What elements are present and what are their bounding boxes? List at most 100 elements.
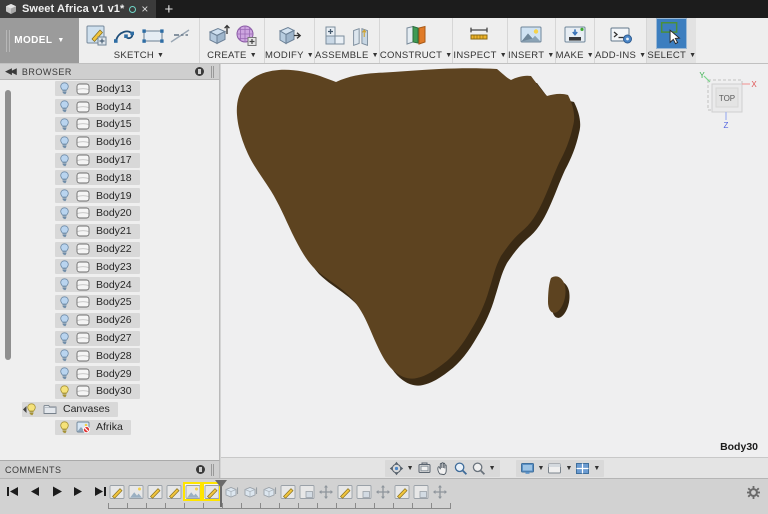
visibility-bulb-icon[interactable]	[59, 331, 70, 345]
panel-resize-grip[interactable]	[211, 65, 214, 78]
visibility-bulb-icon[interactable]	[59, 349, 70, 362]
timeline-feature[interactable]	[317, 483, 334, 500]
display-settings-icon[interactable]	[520, 461, 535, 476]
visibility-bulb-icon[interactable]	[59, 242, 70, 256]
browser-tree-row[interactable]: Body24	[0, 276, 219, 294]
zoom-icon[interactable]	[453, 461, 468, 476]
timeline-feature[interactable]	[336, 483, 353, 500]
ribbon-group-label-create[interactable]: CREATE ▼	[207, 50, 257, 61]
browser-tree-row[interactable]: Body29	[0, 365, 219, 383]
browser-tree-row[interactable]: Body28	[0, 347, 219, 365]
zoom-window-icon[interactable]	[471, 461, 486, 476]
browser-tree-row[interactable]: Body21	[0, 222, 219, 240]
play-icon[interactable]	[50, 485, 63, 498]
chevron-down-icon[interactable]: ▼	[565, 465, 572, 472]
visibility-bulb-icon[interactable]	[59, 278, 70, 291]
step-forward-icon[interactable]	[72, 485, 85, 498]
visibility-bulb-icon[interactable]	[59, 118, 70, 131]
ribbon-group-label-addins[interactable]: ADD-INS ▼	[595, 50, 646, 61]
press-pull-icon[interactable]	[276, 23, 302, 49]
insert-canvas-icon[interactable]	[518, 23, 544, 49]
scripts-addins-icon[interactable]	[608, 23, 634, 49]
ribbon-group-label-assemble[interactable]: ASSEMBLE ▼	[315, 50, 379, 61]
panel-resize-grip[interactable]	[211, 463, 214, 476]
skip-start-icon[interactable]	[6, 485, 19, 498]
ribbon-group-label-inspect[interactable]: INSPECT ▼	[453, 50, 507, 61]
orbit-icon[interactable]	[389, 461, 404, 476]
chevron-down-icon[interactable]: ▼	[407, 465, 414, 472]
view-cube[interactable]: TOP Y X Z	[694, 70, 760, 132]
ribbon-group-label-make[interactable]: MAKE ▼	[556, 50, 594, 61]
spline-icon[interactable]	[112, 23, 138, 49]
select-tool-icon[interactable]	[656, 18, 688, 49]
visibility-bulb-icon[interactable]	[59, 171, 70, 184]
visibility-bulb-icon[interactable]	[59, 420, 70, 434]
browser-tree-row[interactable]: Body23	[0, 258, 219, 276]
gear-icon[interactable]	[747, 486, 760, 499]
browser-tree-row[interactable]: Body18	[0, 169, 219, 187]
visibility-bulb-icon[interactable]	[59, 367, 70, 380]
pan-icon[interactable]	[435, 461, 450, 476]
visibility-bulb-icon[interactable]	[59, 136, 70, 149]
timeline-feature[interactable]	[355, 483, 372, 500]
ribbon-group-label-sketch[interactable]: SKETCH ▼	[114, 50, 165, 61]
timeline-feature[interactable]	[431, 483, 448, 500]
timeline-feature[interactable]	[108, 483, 125, 500]
ribbon-group-label-select[interactable]: SELECT ▼	[647, 50, 696, 61]
browser-tree-row[interactable]: Body13	[0, 80, 219, 98]
browser-tree-row[interactable]: Body16	[0, 133, 219, 151]
browser-tree-row[interactable]: Body22	[0, 240, 219, 258]
browser-tree-row[interactable]: Body26	[0, 311, 219, 329]
timeline-feature[interactable]	[260, 483, 277, 500]
viewports-icon[interactable]	[575, 461, 590, 476]
browser-tree-row[interactable]: Body30	[0, 383, 219, 401]
browser-tree-row[interactable]: Afrika	[0, 418, 219, 436]
visibility-bulb-icon[interactable]	[59, 260, 70, 273]
visibility-bulb-icon[interactable]	[59, 296, 70, 309]
visibility-bulb-icon[interactable]	[59, 207, 70, 220]
workspace-switcher[interactable]: MODEL ▼	[0, 18, 79, 63]
timeline-feature[interactable]	[393, 483, 410, 500]
document-tab[interactable]: Sweet Africa v1 v1* ×	[0, 0, 156, 18]
browser-tree-row[interactable]: Canvases	[0, 400, 219, 418]
collapse-left-icon[interactable]: ◀◀	[5, 66, 17, 77]
visibility-bulb-icon[interactable]	[59, 314, 70, 327]
timeline-feature[interactable]	[298, 483, 315, 500]
comments-panel-header[interactable]: COMMENTS	[0, 460, 220, 478]
timeline-feature[interactable]	[374, 483, 391, 500]
visibility-bulb-icon[interactable]	[59, 225, 70, 238]
ribbon-group-label-construct[interactable]: CONSTRUCT ▼	[380, 50, 453, 61]
ribbon-group-label-insert[interactable]: INSERT ▼	[508, 50, 555, 61]
rectangle-icon[interactable]	[140, 23, 166, 49]
timeline-feature[interactable]	[412, 483, 429, 500]
measure-icon[interactable]	[467, 23, 493, 49]
timeline-feature[interactable]	[279, 483, 296, 500]
3d-viewport[interactable]: TOP Y X Z Body30	[221, 64, 768, 457]
browser-tree-row[interactable]: Body15	[0, 116, 219, 134]
chevron-down-icon[interactable]: ▼	[538, 465, 545, 472]
chevron-down-icon[interactable]: ▼	[593, 465, 600, 472]
timeline-feature[interactable]	[146, 483, 163, 500]
mesh-icon[interactable]	[233, 23, 259, 49]
timeline-feature[interactable]	[183, 482, 202, 501]
visibility-bulb-icon[interactable]	[59, 100, 70, 113]
new-tab-button[interactable]: +	[156, 0, 183, 18]
chevron-down-icon[interactable]: ▼	[489, 465, 496, 472]
ribbon-group-label-modify[interactable]: MODIFY ▼	[265, 50, 314, 61]
timeline-feature[interactable]	[241, 483, 258, 500]
panel-options-icon[interactable]	[195, 67, 204, 76]
create-sketch-icon[interactable]	[84, 23, 110, 49]
timeline-track[interactable]	[108, 503, 451, 509]
browser-tree-row[interactable]: Body25	[0, 294, 219, 312]
extrude-icon[interactable]	[205, 23, 231, 49]
browser-tree-row[interactable]: Body19	[0, 187, 219, 205]
browser-tree-row[interactable]: Body14	[0, 98, 219, 116]
dimension-icon[interactable]	[168, 23, 194, 49]
visibility-bulb-icon[interactable]	[59, 385, 70, 398]
browser-tree-row[interactable]: Body17	[0, 151, 219, 169]
panel-options-icon[interactable]	[196, 465, 205, 474]
step-back-icon[interactable]	[28, 485, 41, 498]
grid-snap-icon[interactable]	[547, 461, 562, 476]
timeline-feature[interactable]	[165, 483, 182, 500]
visibility-bulb-icon[interactable]	[59, 82, 70, 95]
